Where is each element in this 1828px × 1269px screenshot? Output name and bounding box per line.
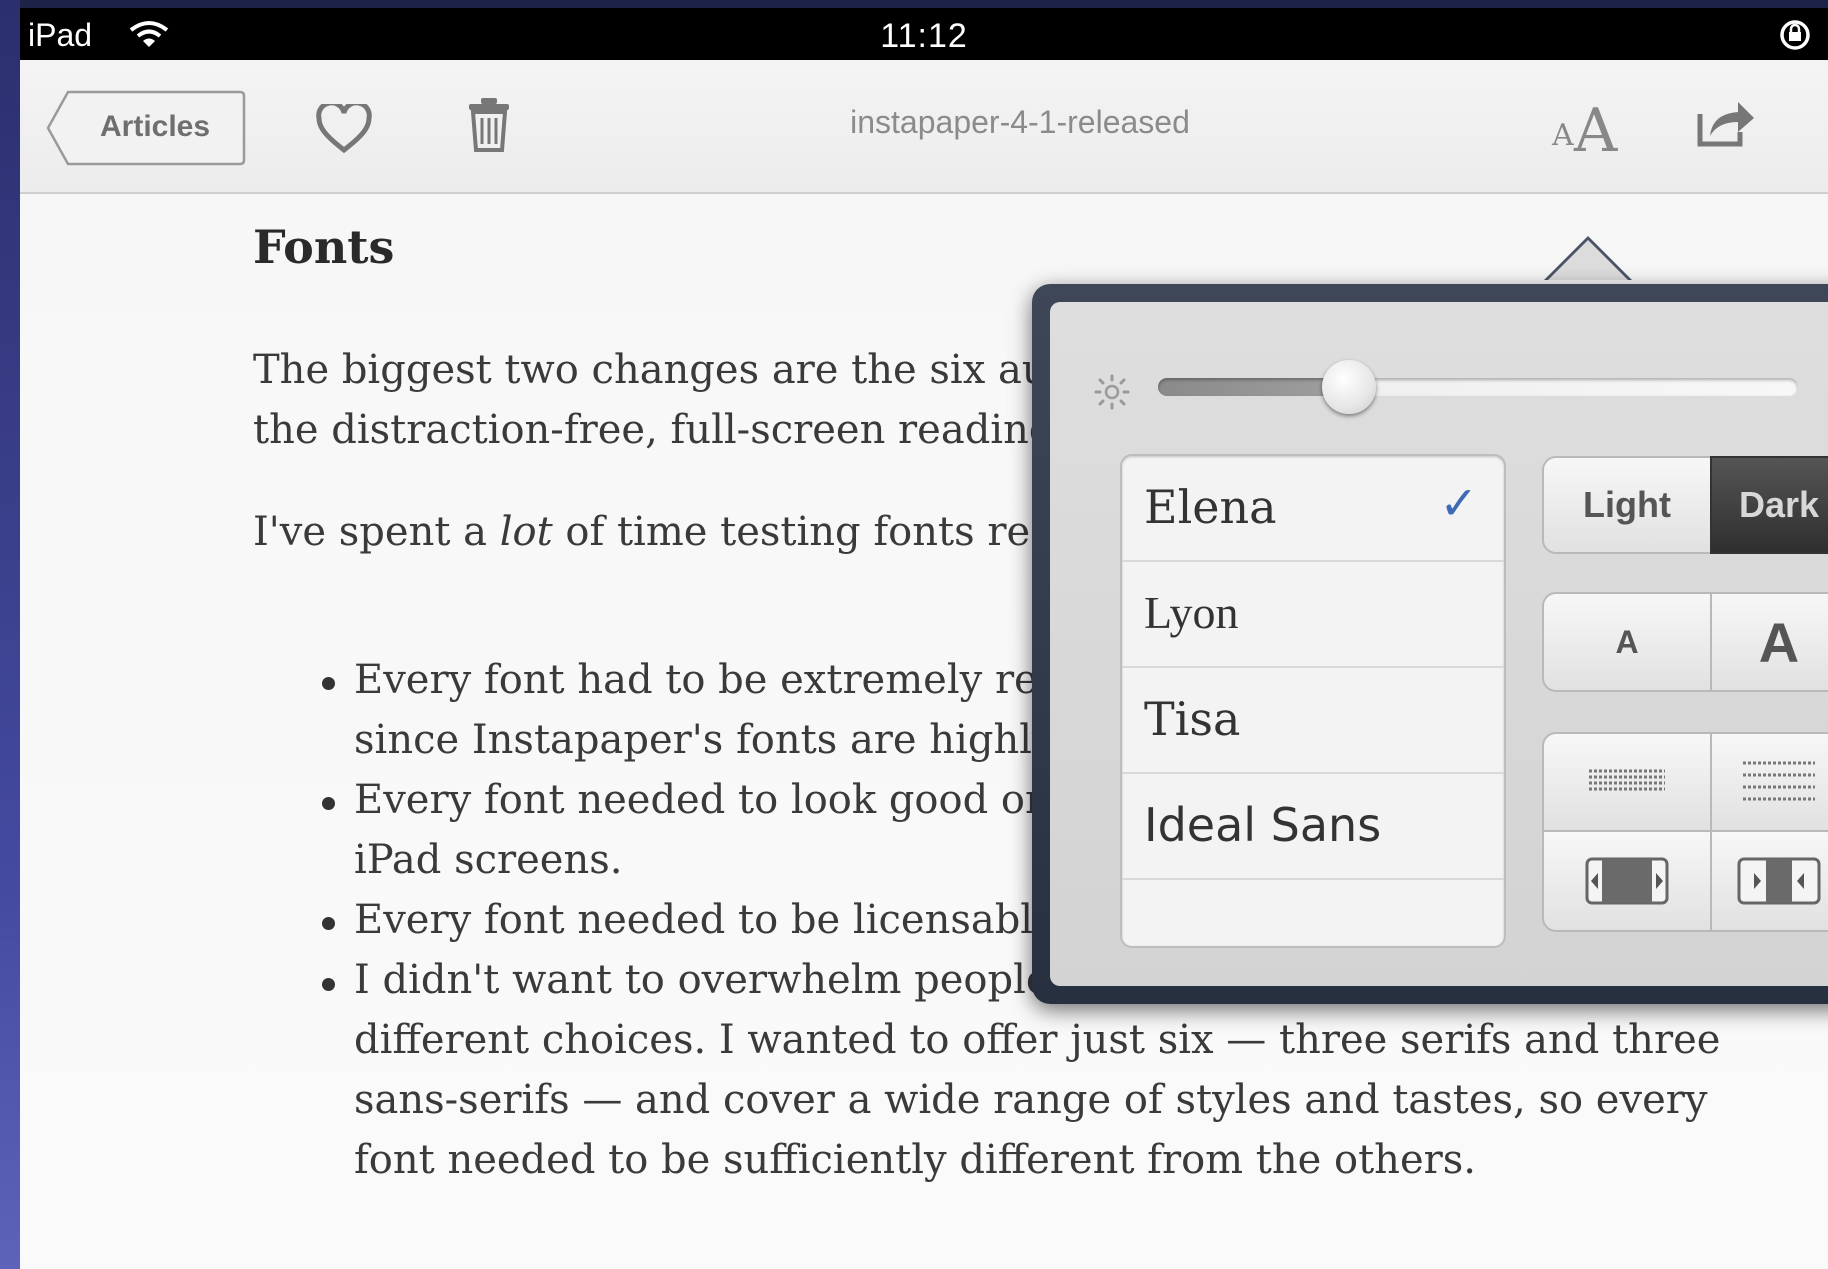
line-spacing-loose-button[interactable] <box>1710 732 1828 832</box>
wide-margin-icon <box>1737 857 1821 905</box>
paragraph-text: of time testing fonts rec <box>552 509 1053 555</box>
article-heading: Fonts <box>253 220 395 274</box>
theme-light-button[interactable]: Light <box>1542 456 1712 554</box>
article-title: instapaper-4-1-released <box>850 104 1190 140</box>
font-smaller-button[interactable]: A <box>1542 592 1712 692</box>
popover-arrow-inner <box>1548 240 1628 280</box>
font-larger-button[interactable]: A <box>1710 592 1828 692</box>
trash-icon[interactable] <box>466 96 512 152</box>
bullet-dot <box>322 917 335 930</box>
bullet-line: iPad screens. <box>354 837 623 883</box>
font-settings-button[interactable]: A A <box>1542 96 1632 166</box>
margin-wide-button[interactable] <box>1710 830 1828 932</box>
paragraph-line: I've spent a lot of time testing fonts r… <box>253 502 1053 562</box>
font-settings-popover: Elena ✓ Lyon Tisa Ideal Sans .. Light Da… <box>1032 284 1828 1004</box>
bullet-dot <box>322 978 335 991</box>
paragraph-text: I've spent a <box>253 509 500 555</box>
bullet-line: Every font had to be extremely rea <box>354 657 1062 703</box>
font-option-tisa[interactable]: Tisa <box>1122 668 1504 774</box>
status-bar: iPad 11:12 <box>20 8 1828 60</box>
desktop-background <box>0 0 20 1269</box>
status-time: 11:12 <box>880 17 968 55</box>
toolbar: Articles instapaper-4-1-released A A <box>20 60 1828 194</box>
emphasis-text: lot <box>499 509 553 555</box>
popover-content: Elena ✓ Lyon Tisa Ideal Sans .. Light Da… <box>1050 302 1828 986</box>
font-option-label: Lyon <box>1144 587 1239 638</box>
font-toggle-big-a: A <box>1574 96 1618 166</box>
font-option-label: Ideal Sans <box>1144 798 1382 852</box>
back-button-label: Articles <box>100 110 211 143</box>
margin-narrow-button[interactable] <box>1542 830 1712 932</box>
tight-spacing-icon <box>1589 769 1665 791</box>
heart-icon[interactable] <box>316 104 372 154</box>
brightness-low-icon <box>1094 374 1130 410</box>
font-option-label: Elena <box>1144 480 1277 534</box>
bullet-line: sans-serifs — and cover a wide range of … <box>354 1077 1708 1123</box>
paragraph-line: the distraction-free, full-screen readin… <box>253 407 1055 453</box>
font-option-partial[interactable]: .. <box>1122 880 1504 946</box>
font-option-label: Tisa <box>1144 692 1241 746</box>
articles-back-button[interactable]: Articles <box>46 90 246 166</box>
loose-spacing-icon <box>1743 761 1815 801</box>
font-list: Elena ✓ Lyon Tisa Ideal Sans .. <box>1120 454 1506 948</box>
font-option-elena[interactable]: Elena ✓ <box>1122 456 1504 562</box>
brightness-slider[interactable] <box>1158 378 1798 396</box>
line-spacing-tight-button[interactable] <box>1542 732 1712 832</box>
share-icon[interactable] <box>1696 98 1758 148</box>
bullet-line: since Instapaper's fonts are highly <box>354 717 1055 763</box>
bullet-dot <box>322 677 335 690</box>
bullet-line: font needed to be sufficiently different… <box>354 1137 1476 1183</box>
theme-dark-button[interactable]: Dark <box>1710 456 1828 554</box>
font-toggle-small-a: A <box>1552 118 1574 153</box>
font-option-partial-dots: .. <box>1144 930 1173 946</box>
bullet-line: Every font needed to look good or <box>354 777 1045 823</box>
bullet-line: different choices. I wanted to offer jus… <box>354 1017 1721 1063</box>
font-option-lyon[interactable]: Lyon <box>1122 562 1504 668</box>
brightness-slider-thumb[interactable] <box>1322 360 1376 414</box>
paragraph-line: The biggest two changes are the six au <box>253 347 1048 393</box>
narrow-margin-icon <box>1585 857 1669 905</box>
font-option-ideal-sans[interactable]: Ideal Sans <box>1122 774 1504 880</box>
bullet-dot <box>322 797 335 810</box>
reader-app: Fonts The biggest two changes are the si… <box>20 60 1828 1269</box>
checkmark-icon: ✓ <box>1439 476 1478 530</box>
rotation-lock-icon <box>1780 20 1810 50</box>
